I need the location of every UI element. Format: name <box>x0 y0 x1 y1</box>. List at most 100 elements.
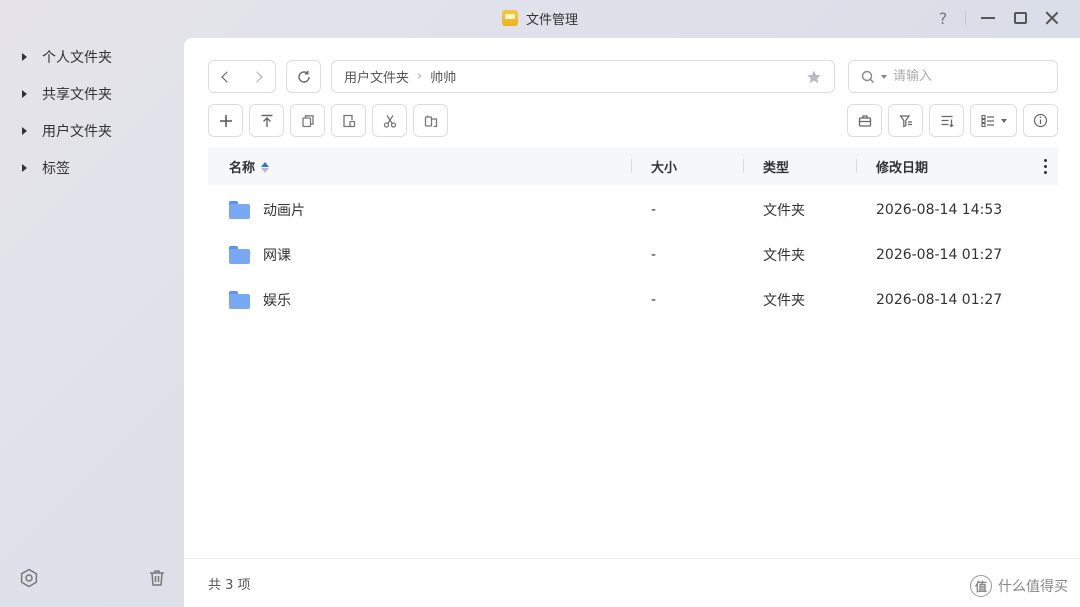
column-divider[interactable] <box>743 159 744 173</box>
view-mode-dropdown[interactable] <box>970 104 1017 137</box>
trash-icon <box>150 570 164 586</box>
folder-icon <box>229 245 250 264</box>
sort-button[interactable] <box>929 104 964 137</box>
sidebar-bottom-actions <box>18 567 168 589</box>
table-row[interactable]: 动画片 - 文件夹 2026-08-14 14:53 <box>208 187 1058 232</box>
folder-icon <box>229 200 250 219</box>
file-table-header: 名称 大小 类型 修改日期 <box>208 147 1058 185</box>
window-controls: ? <box>927 0 1068 36</box>
minimize-icon <box>981 17 995 19</box>
trash-button[interactable] <box>146 567 168 589</box>
plus-icon <box>219 114 232 127</box>
file-name-cell: 动画片 <box>229 187 305 232</box>
action-toolbar <box>208 104 1058 137</box>
move-icon <box>424 115 437 127</box>
expand-caret-icon[interactable] <box>22 126 27 135</box>
new-button[interactable] <box>208 104 243 137</box>
expand-caret-icon[interactable] <box>22 89 27 98</box>
cut-button[interactable] <box>372 104 407 137</box>
watermark-logo-icon: 值 <box>970 575 992 597</box>
settings-icon <box>20 568 38 588</box>
favorite-star-icon[interactable] <box>806 69 822 85</box>
app-title: 文件管理 <box>501 9 578 28</box>
search-input[interactable] <box>893 69 1033 84</box>
path-segment[interactable]: 用户文件夹 <box>344 67 409 86</box>
search-icon[interactable] <box>861 70 875 84</box>
path-segment[interactable]: 帅帅 <box>430 67 456 86</box>
sidebar-item-shared-folder[interactable]: 共享文件夹 <box>0 75 184 112</box>
file-modified: 2026-08-14 01:27 <box>876 291 1003 308</box>
expand-caret-icon[interactable] <box>22 163 27 172</box>
file-name: 动画片 <box>263 202 305 219</box>
file-name: 娱乐 <box>263 292 291 309</box>
sidebar-item-label: 标签 <box>42 160 70 177</box>
sidebar-item-personal-folder[interactable]: 个人文件夹 <box>0 38 184 75</box>
maximize-button[interactable] <box>1004 0 1036 36</box>
chevron-right-icon <box>251 70 263 83</box>
sidebar-item-label: 共享文件夹 <box>42 86 112 103</box>
path-bar[interactable]: 用户文件夹 › 帅帅 <box>331 60 835 93</box>
column-header-type[interactable]: 类型 <box>763 147 789 185</box>
file-name: 网课 <box>263 247 291 264</box>
upload-button[interactable] <box>249 104 284 137</box>
sort-icon <box>941 115 953 127</box>
refresh-icon <box>297 70 310 83</box>
column-header-size[interactable]: 大小 <box>651 147 677 185</box>
info-icon <box>1033 113 1048 128</box>
table-row[interactable]: 网课 - 文件夹 2026-08-14 01:27 <box>208 232 1058 277</box>
main-panel: 用户文件夹 › 帅帅 请输入 名称 大小 类型 修改日期 动画片 - 文件夹 2… <box>184 38 1080 607</box>
column-divider[interactable] <box>631 159 632 173</box>
filter-button[interactable] <box>888 104 923 137</box>
column-header-label: 大小 <box>651 160 678 176</box>
navigation-toolbar: 用户文件夹 › 帅帅 <box>208 60 1058 94</box>
file-type: 文件夹 <box>763 292 805 309</box>
table-row[interactable]: 娱乐 - 文件夹 2026-08-14 01:27 <box>208 277 1058 322</box>
close-button[interactable] <box>1036 0 1068 36</box>
column-header-modified[interactable]: 修改日期 <box>876 147 928 185</box>
sidebar: 个人文件夹 共享文件夹 用户文件夹 标签 <box>0 36 184 607</box>
sidebar-item-tags[interactable]: 标签 <box>0 149 184 186</box>
refresh-button[interactable] <box>286 60 321 93</box>
file-size: - <box>651 201 657 218</box>
column-divider[interactable] <box>856 159 857 173</box>
move-button[interactable] <box>413 104 448 137</box>
briefcase-icon <box>858 114 871 127</box>
column-header-label: 类型 <box>763 160 790 176</box>
search-scope-dropdown-icon[interactable] <box>881 74 887 79</box>
expand-caret-icon[interactable] <box>22 52 27 61</box>
forward-button[interactable] <box>242 61 275 92</box>
close-icon <box>1045 11 1059 25</box>
sidebar-item-label: 用户文件夹 <box>42 123 112 140</box>
settings-button[interactable] <box>18 567 40 589</box>
upload-icon <box>261 114 272 127</box>
paste-button[interactable] <box>331 104 366 137</box>
sidebar-item-label: 个人文件夹 <box>42 49 112 66</box>
view-tools <box>847 104 1058 137</box>
copy-button[interactable] <box>290 104 325 137</box>
column-options-icon[interactable] <box>1044 159 1048 174</box>
sidebar-item-user-folder[interactable]: 用户文件夹 <box>0 112 184 149</box>
file-size: - <box>651 291 657 308</box>
sort-ascending-icon <box>261 161 270 173</box>
file-name-cell: 网课 <box>229 232 291 277</box>
file-modified: 2026-08-14 14:53 <box>876 201 1003 218</box>
list-view-icon <box>980 114 994 127</box>
column-header-name[interactable]: 名称 <box>229 147 270 185</box>
help-icon: ? <box>938 8 948 28</box>
chevron-left-icon <box>221 70 233 83</box>
back-button[interactable] <box>209 61 242 92</box>
minimize-button[interactable] <box>972 0 1004 36</box>
column-header-label: 修改日期 <box>876 160 929 176</box>
filter-icon <box>898 114 912 127</box>
path-separator: › <box>417 69 423 84</box>
copy-icon <box>301 114 314 127</box>
window-title: 文件管理 <box>525 12 578 28</box>
file-size: - <box>651 246 657 263</box>
file-type: 文件夹 <box>763 247 805 264</box>
info-button[interactable] <box>1023 104 1058 137</box>
watermark-text: 什么值得买 <box>998 579 1068 595</box>
toolbox-button[interactable] <box>847 104 882 137</box>
help-button[interactable]: ? <box>927 0 959 36</box>
history-nav-group <box>208 60 276 93</box>
folder-icon <box>229 290 250 309</box>
